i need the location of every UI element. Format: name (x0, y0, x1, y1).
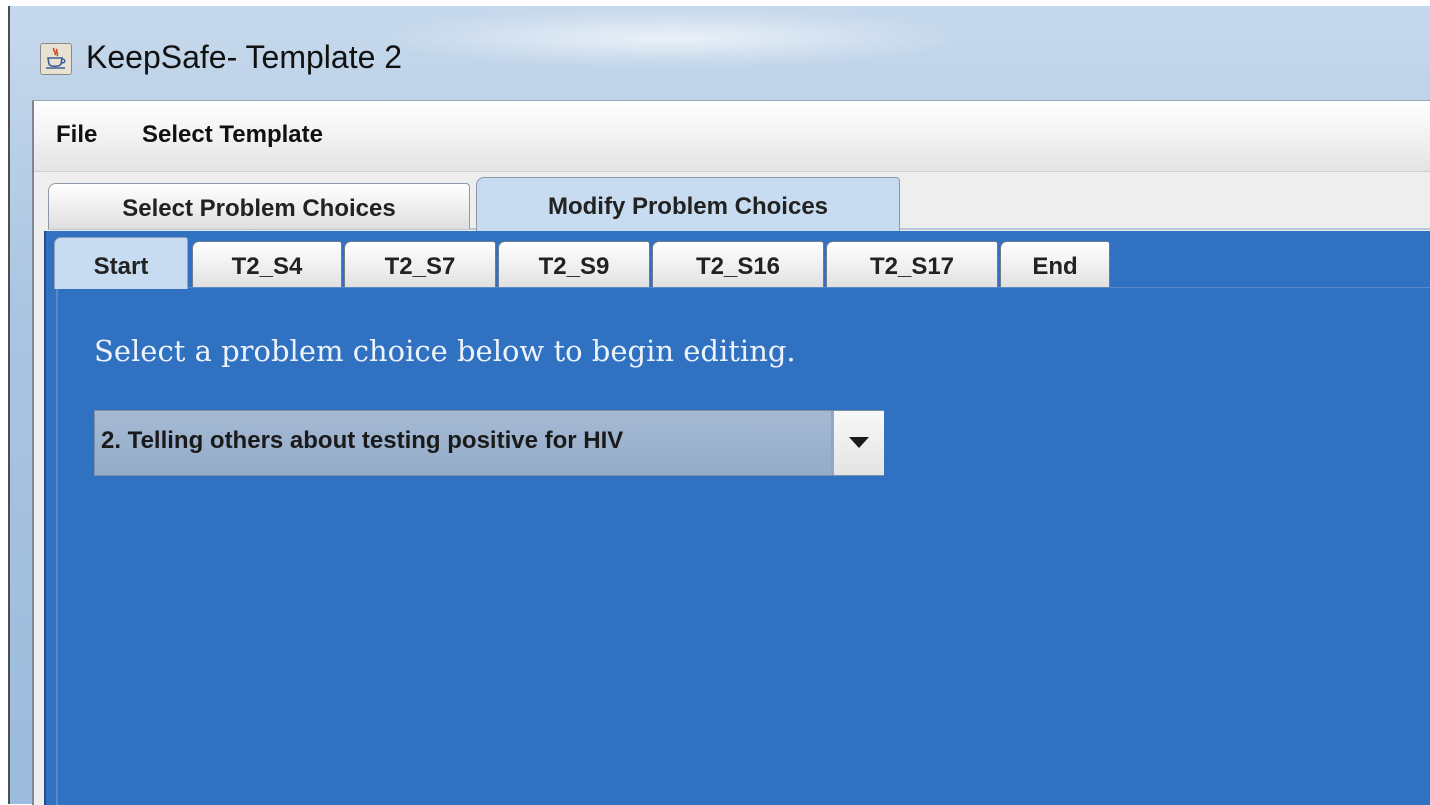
dropdown-selected-value[interactable]: 2. Telling others about testing positive… (95, 411, 831, 475)
chevron-down-icon (849, 437, 869, 448)
outer-tab-strip: Select Problem Choices Modify Problem Ch… (34, 171, 1430, 231)
tab-select-problem-choices[interactable]: Select Problem Choices (48, 183, 470, 229)
window-title: KeepSafe- Template 2 (86, 39, 403, 75)
menu-select-template[interactable]: Select Template (138, 121, 327, 149)
tab-t2-s7[interactable]: T2_S7 (344, 241, 496, 287)
tab-modify-problem-choices[interactable]: Modify Problem Choices (476, 177, 900, 231)
tab-t2-s4[interactable]: T2_S4 (192, 241, 342, 287)
tab-start[interactable]: Start (54, 237, 188, 289)
tab-t2-s9[interactable]: T2_S9 (498, 241, 650, 287)
main-frame: File Select Template Select Problem Choi… (32, 100, 1430, 805)
dropdown-arrow-button[interactable] (833, 411, 884, 475)
modify-problem-choices-panel: Start T2_S4 T2_S7 T2_S9 T2_S16 T2_S17 En… (44, 231, 1430, 805)
menu-bar: File Select Template (34, 101, 1430, 172)
inner-tab-strip: Start T2_S4 T2_S7 T2_S9 T2_S16 T2_S17 En… (46, 231, 1430, 289)
menu-file[interactable]: File (52, 121, 101, 149)
tab-end[interactable]: End (1000, 241, 1110, 287)
tab-t2-s16[interactable]: T2_S16 (652, 241, 824, 287)
title-glow (390, 10, 950, 66)
problem-choice-dropdown[interactable]: 2. Telling others about testing positive… (94, 410, 884, 476)
java-cup-icon[interactable] (40, 43, 72, 75)
title-bar[interactable]: KeepSafe- Template 2 (10, 6, 1430, 100)
start-panel: Select a problem choice below to begin e… (56, 287, 1430, 805)
app-window: KeepSafe- Template 2 File Select Templat… (8, 6, 1430, 805)
tab-t2-s17[interactable]: T2_S17 (826, 241, 998, 287)
instruction-text: Select a problem choice below to begin e… (94, 334, 796, 368)
